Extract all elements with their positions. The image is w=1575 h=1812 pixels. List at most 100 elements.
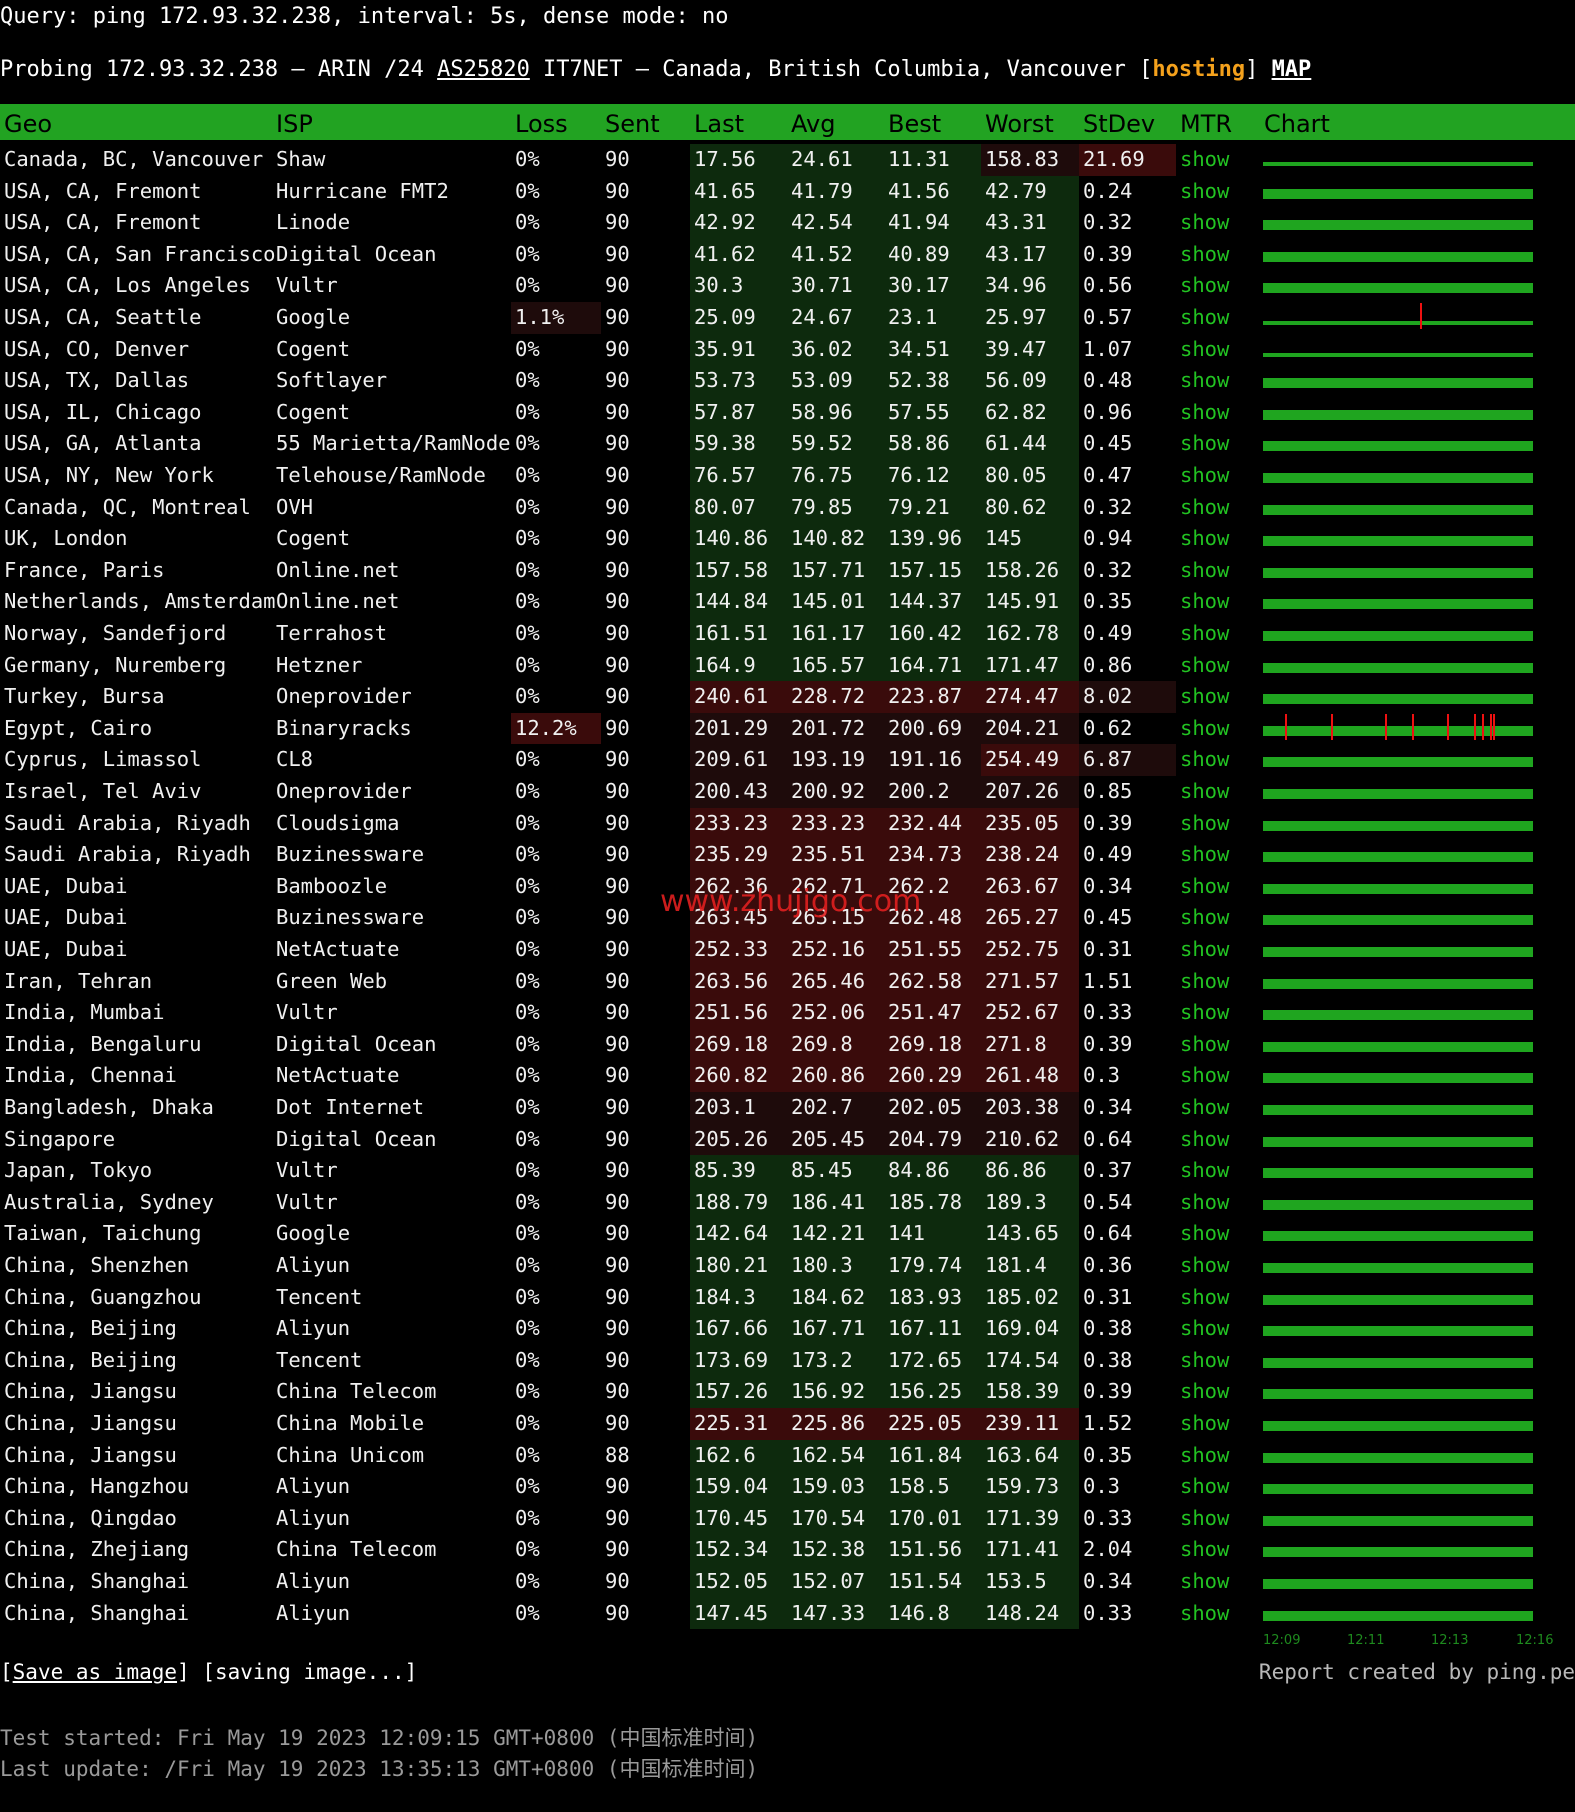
loss-cell: 0% [515, 463, 540, 487]
mtr-show-link[interactable]: show [1176, 1566, 1260, 1598]
mtr-show-link[interactable]: show [1176, 808, 1260, 840]
worst-cell: 181.4 [981, 1250, 1079, 1282]
mtr-show-link[interactable]: show [1176, 1155, 1260, 1187]
mtr-show-link[interactable]: show [1176, 270, 1260, 302]
last-cell: 167.66 [690, 1313, 787, 1345]
last-cell: 59.38 [690, 428, 787, 460]
mtr-show-link[interactable]: show [1176, 997, 1260, 1029]
mtr-show-link[interactable]: show [1176, 1250, 1260, 1282]
mtr-show-link[interactable]: show [1176, 1187, 1260, 1219]
mtr-show-link[interactable]: show [1176, 555, 1260, 587]
avg-cell: 235.51 [787, 839, 884, 871]
mtr-show-link[interactable]: show [1176, 1124, 1260, 1156]
loss-cell: 0% [515, 1411, 540, 1435]
save-image-link[interactable]: Save as image [13, 1660, 177, 1684]
latency-sparkline [1263, 1029, 1533, 1061]
mtr-show-link[interactable]: show [1176, 207, 1260, 239]
worst-cell: 62.82 [981, 396, 1079, 429]
mtr-show-link[interactable]: show [1176, 934, 1260, 966]
table-row: China, Shanghai Aliyun 0% 90 152.05 152.07 151… [0, 1566, 1575, 1598]
mtr-show-link[interactable]: show [1176, 744, 1260, 776]
stdev-cell: 0.64 [1083, 1221, 1133, 1246]
probe-suffix: IT7NET – Canada, British Columbia, Vanco… [529, 57, 1153, 82]
avg-cell: 233.23 [787, 807, 884, 840]
mtr-show-link[interactable]: show [1176, 302, 1260, 334]
mtr-show-link[interactable]: show [1176, 460, 1260, 492]
mtr-show-link[interactable]: show [1176, 239, 1260, 271]
mtr-show-link[interactable]: show [1176, 144, 1260, 176]
isp-cell: CL8 [276, 747, 314, 772]
mtr-show-link[interactable]: show [1176, 365, 1260, 397]
avg-cell: 265.46 [787, 965, 884, 998]
stdev-cell: 0.45 [1083, 431, 1133, 456]
last-cell: 180.21 [690, 1250, 787, 1282]
mtr-show-link[interactable]: show [1176, 397, 1260, 429]
loss-cell: 12.2% [511, 712, 601, 745]
axis-tick-label: 12:09 [1263, 1633, 1301, 1649]
sparkline-bar [1263, 1484, 1533, 1495]
mtr-show-link[interactable]: show [1176, 650, 1260, 682]
loss-cell: 0% [515, 1505, 540, 1530]
loss-cell: 0% [515, 178, 540, 203]
mtr-show-link[interactable]: show [1176, 1408, 1260, 1440]
mtr-show-link[interactable]: show [1176, 871, 1260, 903]
geo-cell: Iran, Tehran [4, 968, 153, 993]
mtr-show-link[interactable]: show [1176, 902, 1260, 934]
sent-cell: 90 [605, 463, 630, 487]
geo-cell: Canada, QC, Montreal [4, 494, 251, 519]
isp-cell: Aliyun [276, 1253, 351, 1277]
latency-sparkline [1263, 270, 1533, 302]
table-row: Netherlands, Amsterdam Online.net 0% 90 144.… [0, 586, 1575, 618]
mtr-show-link[interactable]: show [1176, 176, 1260, 208]
sent-cell: 90 [605, 747, 630, 772]
mtr-show-link[interactable]: show [1176, 492, 1260, 524]
mtr-show-link[interactable]: show [1176, 1345, 1260, 1377]
isp-cell: Cogent [276, 336, 351, 361]
mtr-show-link[interactable]: show [1176, 713, 1260, 745]
mtr-show-link[interactable]: show [1176, 1029, 1260, 1061]
loss-cell: 0% [515, 1189, 540, 1214]
mtr-show-link[interactable]: show [1176, 776, 1260, 808]
sparkline-bar [1263, 1199, 1533, 1210]
mtr-show-link[interactable]: show [1176, 1598, 1260, 1630]
mtr-show-link[interactable]: show [1176, 618, 1260, 650]
geo-cell: China, Guangzhou [4, 1284, 202, 1309]
axis-tick-label: 12:13 [1431, 1633, 1469, 1649]
table-row: USA, CA, San Francisco Digital Ocean 0% 90 4… [0, 238, 1575, 271]
isp-cell: Shaw [276, 147, 326, 171]
stdev-cell: 0.35 [1083, 589, 1133, 614]
best-cell: 191.16 [884, 744, 981, 776]
geo-cell: China, Jiangsu [4, 1379, 177, 1404]
sent-cell: 90 [605, 178, 630, 203]
map-link[interactable]: MAP [1272, 57, 1312, 82]
mtr-show-link[interactable]: show [1176, 334, 1260, 366]
mtr-show-link[interactable]: show [1176, 1313, 1260, 1345]
mtr-show-link[interactable]: show [1176, 586, 1260, 618]
geo-cell: UAE, Dubai [4, 905, 128, 930]
sent-cell: 90 [605, 1379, 630, 1404]
mtr-show-link[interactable]: show [1176, 681, 1260, 713]
geo-cell: China, Shanghai [4, 1569, 190, 1593]
sparkline-bar [1263, 1547, 1533, 1558]
mtr-show-link[interactable]: show [1176, 839, 1260, 871]
mtr-show-link[interactable]: show [1176, 1534, 1260, 1566]
best-cell: 170.01 [884, 1502, 981, 1535]
mtr-show-link[interactable]: show [1176, 1440, 1260, 1472]
mtr-show-link[interactable]: show [1176, 1092, 1260, 1124]
mtr-show-link[interactable]: show [1176, 1218, 1260, 1250]
axis-tick-label: 12:16 [1516, 1633, 1554, 1649]
mtr-show-link[interactable]: show [1176, 1503, 1260, 1535]
mtr-show-link[interactable]: show [1176, 1471, 1260, 1503]
mtr-show-link[interactable]: show [1176, 1376, 1260, 1408]
sent-cell: 90 [605, 1569, 630, 1593]
mtr-show-link[interactable]: show [1176, 523, 1260, 555]
asn-link[interactable]: AS25820 [437, 57, 530, 82]
mtr-show-link[interactable]: show [1176, 1060, 1260, 1092]
latency-sparkline [1263, 239, 1533, 271]
mtr-show-link[interactable]: show [1176, 428, 1260, 460]
sent-cell: 90 [605, 1031, 630, 1056]
isp-cell: Google [276, 1221, 351, 1246]
stdev-cell: 0.32 [1083, 557, 1133, 582]
mtr-show-link[interactable]: show [1176, 966, 1260, 998]
mtr-show-link[interactable]: show [1176, 1282, 1260, 1314]
